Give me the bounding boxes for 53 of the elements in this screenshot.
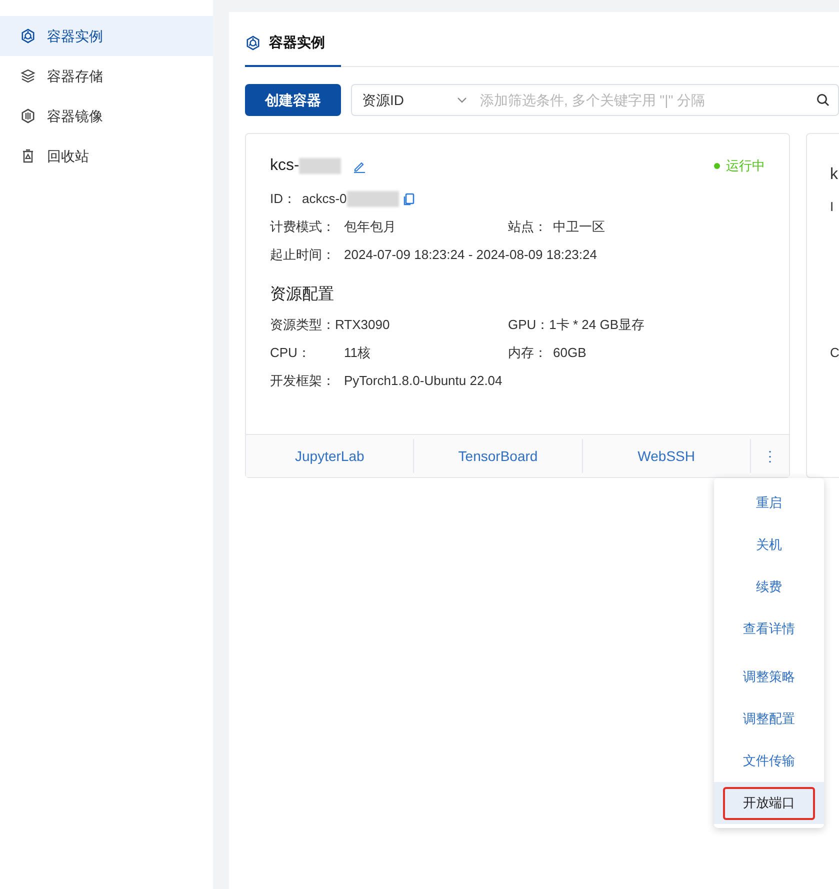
menu-item[interactable]: 文件传输 — [714, 740, 824, 782]
field-value: 中卫一区 — [553, 218, 605, 236]
menu-item[interactable]: 开放端口 — [723, 786, 815, 820]
field-select[interactable]: 资源ID — [362, 90, 468, 110]
create-button[interactable]: 创建容器 — [245, 84, 341, 116]
sidebar-item[interactable]: 回收站 — [0, 136, 213, 176]
field-label: 内存： — [508, 344, 548, 362]
instance-name: kcs- — [270, 156, 300, 176]
menu-item[interactable]: 查看详情 — [714, 608, 824, 650]
field-label: 资源类型： — [270, 316, 335, 334]
field-label: GPU： — [508, 316, 550, 334]
id-value: ackcs-0 — [302, 190, 347, 208]
pencil-icon[interactable] — [353, 160, 366, 172]
hexagon-icon — [20, 28, 36, 44]
tab[interactable]: 容器实例 — [245, 32, 341, 67]
field-label: 开发框架： — [270, 372, 336, 390]
sidebar-item[interactable]: 容器镜像 — [0, 96, 213, 136]
field-label: 站点： — [508, 218, 548, 236]
field-label: ID： — [270, 190, 297, 208]
section-title: 资源配置 — [270, 285, 335, 305]
menu-item[interactable]: 调整配置 — [714, 698, 824, 740]
more-button[interactable]: ⋮ — [750, 446, 789, 466]
sidebar-item[interactable]: 容器存储 — [0, 56, 213, 96]
field-value: 1卡 * 24 GB显存 — [549, 316, 645, 334]
field-value: 包年包月 — [344, 218, 396, 236]
field-value: 2024-07-09 18:23:24 - 2024-08-09 18:23:24 — [344, 246, 597, 264]
field-label: 起止时间： — [270, 246, 336, 264]
menu-item[interactable]: 关机 — [714, 524, 824, 566]
action-link[interactable]: WebSSH — [638, 446, 695, 466]
action-link[interactable]: TensorBoard — [458, 446, 538, 466]
field-label: 计费模式： — [270, 218, 336, 236]
sidebar-item[interactable]: 容器实例 — [0, 16, 213, 56]
status-text: 运行中 — [726, 157, 765, 176]
hexagon-icon — [245, 34, 261, 50]
card-text: C — [830, 344, 839, 362]
card-text: k — [830, 165, 839, 185]
menu-item[interactable]: 调整策略 — [714, 656, 824, 698]
trash-icon — [20, 148, 36, 164]
menu-item[interactable]: 重启 — [714, 482, 824, 524]
filter-field[interactable]: 资源ID 添加筛选条件, 多个关键字用 "|" 分隔 — [351, 84, 839, 116]
field-value: 60GB — [553, 344, 586, 362]
field-label: CPU： — [270, 344, 312, 362]
card-text: I — [830, 198, 835, 216]
redaction-block — [346, 191, 399, 207]
field-value: RTX3090 — [335, 316, 390, 334]
field-value: PyTorch1.8.0-Ubuntu 22.04 — [344, 372, 502, 390]
action-link[interactable]: JupyterLab — [295, 446, 364, 466]
redaction-block — [299, 158, 342, 174]
copy-icon[interactable] — [402, 192, 415, 206]
layers-icon — [20, 68, 36, 84]
menu-item[interactable]: 续费 — [714, 566, 824, 608]
search-icon[interactable] — [816, 93, 830, 107]
field-value: 11核 — [344, 344, 370, 362]
